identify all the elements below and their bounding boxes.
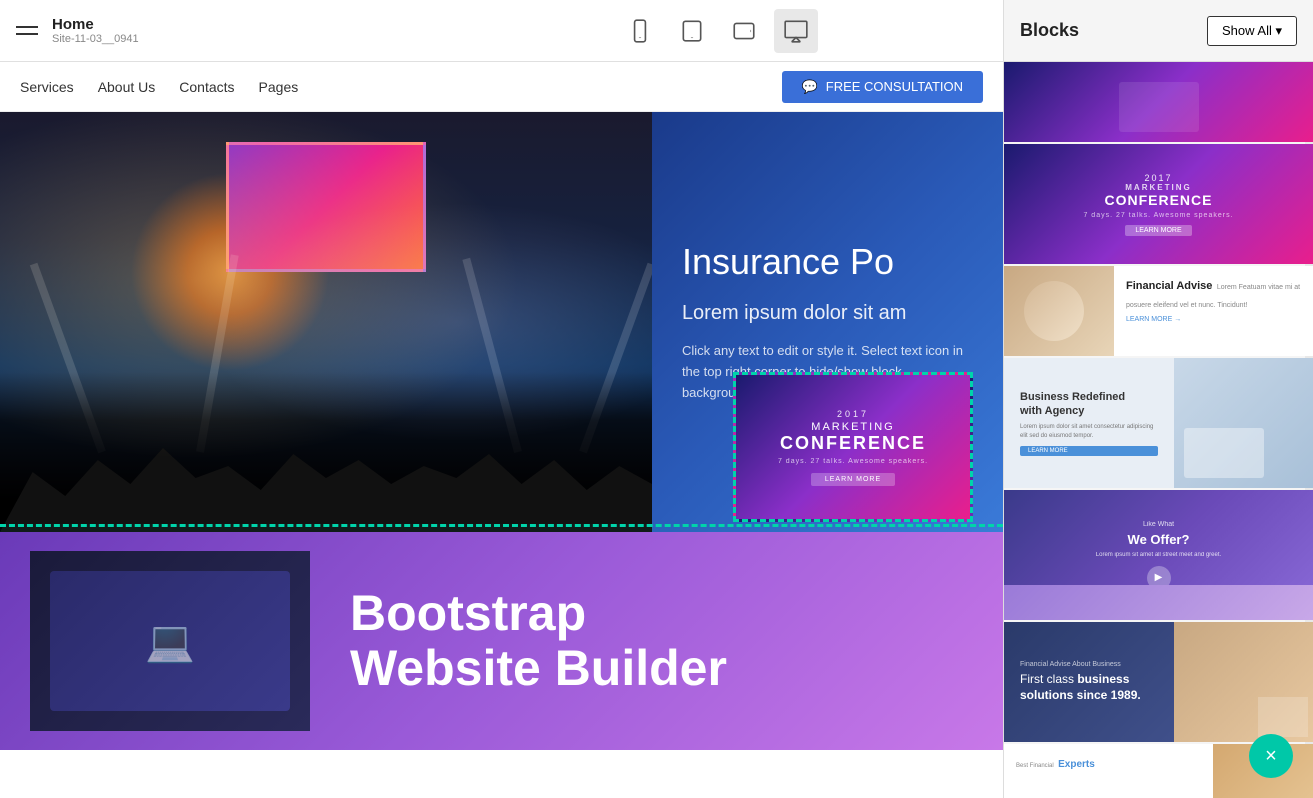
stage-screen bbox=[226, 142, 426, 272]
conf-conference: CONFERENCE bbox=[1104, 192, 1212, 208]
nav-bar: Services About Us Contacts Pages 💬 FREE … bbox=[0, 62, 1003, 112]
best-left: Best Financial Experts bbox=[1004, 744, 1213, 798]
nav-about[interactable]: About Us bbox=[98, 79, 156, 95]
main-content: Services About Us Contacts Pages 💬 FREE … bbox=[0, 62, 1003, 798]
floating-sub: 7 days. 27 talks. Awesome speakers. bbox=[778, 458, 928, 465]
floating-conference: CONFERENCE bbox=[780, 433, 926, 454]
hero-image-area bbox=[0, 112, 652, 532]
blocks-header: Blocks Show All ▾ bbox=[1004, 0, 1313, 62]
block-thumbnail-offer[interactable]: Like What We Offer? Lorem ipsum sit amet… bbox=[1004, 490, 1313, 620]
conf-marketing: MARKETING bbox=[1125, 183, 1191, 192]
desktop-view-button[interactable] bbox=[774, 9, 818, 53]
offer-title: We Offer? bbox=[1128, 532, 1190, 547]
first-class-image bbox=[1174, 622, 1313, 742]
laptop-icon: 💻 bbox=[145, 618, 195, 665]
bootstrap-title-line1[interactable]: Bootstrap bbox=[350, 586, 727, 641]
spotlight-3 bbox=[462, 258, 521, 453]
home-label: Home bbox=[52, 16, 139, 33]
concert-background bbox=[0, 112, 652, 532]
bootstrap-section: 💻 Bootstrap Website Builder bbox=[0, 532, 1003, 750]
block-thumbnail-conf-top[interactable] bbox=[1004, 62, 1313, 142]
floating-btn: LEARN MORE bbox=[811, 473, 895, 486]
spotlight-4 bbox=[579, 263, 652, 454]
first-class-pre: Financial Advise About Business bbox=[1020, 661, 1158, 668]
floating-year: 2017 bbox=[837, 409, 869, 419]
site-info: Home Site-11-03__0941 bbox=[52, 16, 139, 45]
conf-year: 2017 bbox=[1144, 173, 1172, 183]
financial-content: Financial Advise Lorem Featuam vitae mi … bbox=[1114, 266, 1313, 356]
show-all-button[interactable]: Show All ▾ bbox=[1207, 16, 1297, 46]
mobile-view-button[interactable] bbox=[618, 9, 662, 53]
nav-pages[interactable]: Pages bbox=[259, 79, 299, 95]
laptop-image: 💻 bbox=[30, 551, 310, 731]
nav-contacts[interactable]: Contacts bbox=[179, 79, 234, 95]
blocks-title: Blocks bbox=[1020, 20, 1079, 41]
chat-icon: 💬 bbox=[802, 79, 818, 95]
hero-section: Insurance Po Lorem ipsum dolor sit am Cl… bbox=[0, 112, 1003, 532]
block-thumbnail-financial[interactable]: Financial Advise Lorem Featuam vitae mi … bbox=[1004, 266, 1313, 356]
business-left: Business Redefined with Agency Lorem ips… bbox=[1004, 358, 1174, 488]
block-thumbnail-conference[interactable]: 2017 MARKETING CONFERENCE 7 days. 27 tal… bbox=[1004, 144, 1313, 264]
close-button[interactable]: × bbox=[1249, 734, 1293, 778]
site-id: Site-11-03__0941 bbox=[52, 33, 139, 45]
best-title: Experts bbox=[1058, 759, 1095, 770]
spotlight-1 bbox=[30, 263, 106, 454]
nav-services[interactable]: Services bbox=[20, 79, 74, 95]
hero-title[interactable]: Insurance Po bbox=[682, 240, 973, 283]
hero-subtitle[interactable]: Lorem ipsum dolor sit am bbox=[682, 299, 973, 327]
floating-marketing: MARKETING bbox=[811, 421, 894, 433]
device-switcher bbox=[618, 9, 818, 53]
bootstrap-text[interactable]: Bootstrap Website Builder bbox=[310, 556, 767, 726]
spotlight-2 bbox=[196, 254, 239, 452]
business-right bbox=[1174, 358, 1313, 488]
crowd-silhouette bbox=[0, 372, 652, 532]
financial-title: Financial Advise bbox=[1126, 280, 1212, 292]
block-thumbnail-first-class[interactable]: Financial Advise About Business First cl… bbox=[1004, 622, 1313, 742]
financial-image bbox=[1004, 266, 1114, 356]
conf-sub: 7 days. 27 talks. Awesome speakers. bbox=[1083, 212, 1233, 219]
tablet-landscape-button[interactable] bbox=[722, 9, 766, 53]
best-pre: Best Financial bbox=[1016, 763, 1054, 769]
bootstrap-title-line2[interactable]: Website Builder bbox=[350, 641, 727, 696]
tablet-view-button[interactable] bbox=[670, 9, 714, 53]
first-class-content: Financial Advise About Business First cl… bbox=[1004, 622, 1174, 742]
offer-bottom-bar bbox=[1004, 585, 1313, 620]
blocks-scroll-area[interactable]: 2017 MARKETING CONFERENCE 7 days. 27 tal… bbox=[1004, 62, 1313, 798]
first-class-title: First class business solutions since 198… bbox=[1020, 672, 1158, 703]
drop-zone bbox=[0, 524, 1003, 532]
block-thumbnail-business[interactable]: Business Redefined with Agency Lorem ips… bbox=[1004, 358, 1313, 488]
blocks-panel: Blocks Show All ▾ 2017 MARKETING CONFERE… bbox=[1003, 0, 1313, 798]
offer-pre: Like What bbox=[1143, 521, 1174, 528]
cta-label: FREE CONSULTATION bbox=[826, 79, 963, 94]
free-consultation-button[interactable]: 💬 FREE CONSULTATION bbox=[782, 71, 983, 103]
hamburger-menu[interactable] bbox=[16, 26, 38, 35]
floating-conference-card[interactable]: 2017 MARKETING CONFERENCE 7 days. 27 tal… bbox=[733, 372, 973, 522]
conf-btn: LEARN MORE bbox=[1125, 225, 1191, 236]
business-title: Business Redefined with Agency bbox=[1020, 390, 1158, 419]
